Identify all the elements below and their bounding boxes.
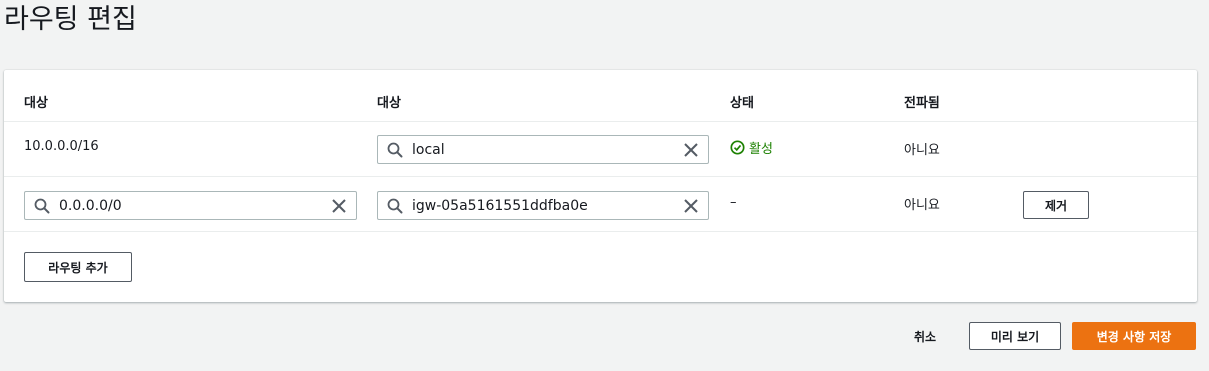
search-icon bbox=[387, 142, 403, 158]
target-input[interactable]: local bbox=[377, 135, 709, 164]
table-header: 대상 대상 상태 전파됨 bbox=[4, 70, 1197, 122]
check-circle-icon bbox=[730, 140, 745, 155]
status-badge: 활성 bbox=[730, 138, 773, 157]
propagated-text: 아니요 bbox=[904, 198, 940, 213]
clear-icon[interactable] bbox=[683, 142, 699, 158]
target-input[interactable]: igw-05a5161551ddfba0e bbox=[377, 191, 709, 220]
table-row: 0.0.0.0/0 igw-05a5161551ddfba0e – 아니요 제거 bbox=[4, 177, 1197, 232]
target-value: igw-05a5161551ddfba0e bbox=[412, 198, 588, 214]
search-icon bbox=[34, 198, 50, 214]
column-header-destination: 대상 bbox=[24, 96, 48, 111]
column-header-status: 상태 bbox=[730, 96, 754, 111]
page-title: 라우팅 편집 bbox=[4, 4, 137, 35]
clear-icon[interactable] bbox=[331, 198, 347, 214]
clear-icon[interactable] bbox=[683, 198, 699, 214]
status-text: – bbox=[730, 195, 737, 210]
target-value: local bbox=[412, 142, 445, 158]
routes-panel: 대상 대상 상태 전파됨 10.0.0.0/16 local 활성 아니요 0.… bbox=[4, 70, 1197, 302]
save-changes-button[interactable]: 변경 사항 저장 bbox=[1072, 322, 1196, 350]
propagated-text: 아니요 bbox=[904, 143, 940, 158]
destination-input[interactable]: 0.0.0.0/0 bbox=[24, 191, 357, 220]
cancel-button[interactable]: 취소 bbox=[914, 328, 936, 345]
preview-button[interactable]: 미리 보기 bbox=[969, 322, 1061, 350]
remove-button[interactable]: 제거 bbox=[1023, 191, 1089, 219]
destination-text: 10.0.0.0/16 bbox=[24, 139, 99, 154]
table-row: 10.0.0.0/16 local 활성 아니요 bbox=[4, 122, 1197, 177]
column-header-target: 대상 bbox=[377, 96, 401, 111]
status-text: 활성 bbox=[749, 142, 773, 157]
destination-value: 0.0.0.0/0 bbox=[59, 198, 122, 214]
column-header-propagated: 전파됨 bbox=[904, 96, 940, 111]
add-route-button[interactable]: 라우팅 추가 bbox=[24, 252, 132, 282]
search-icon bbox=[387, 198, 403, 214]
